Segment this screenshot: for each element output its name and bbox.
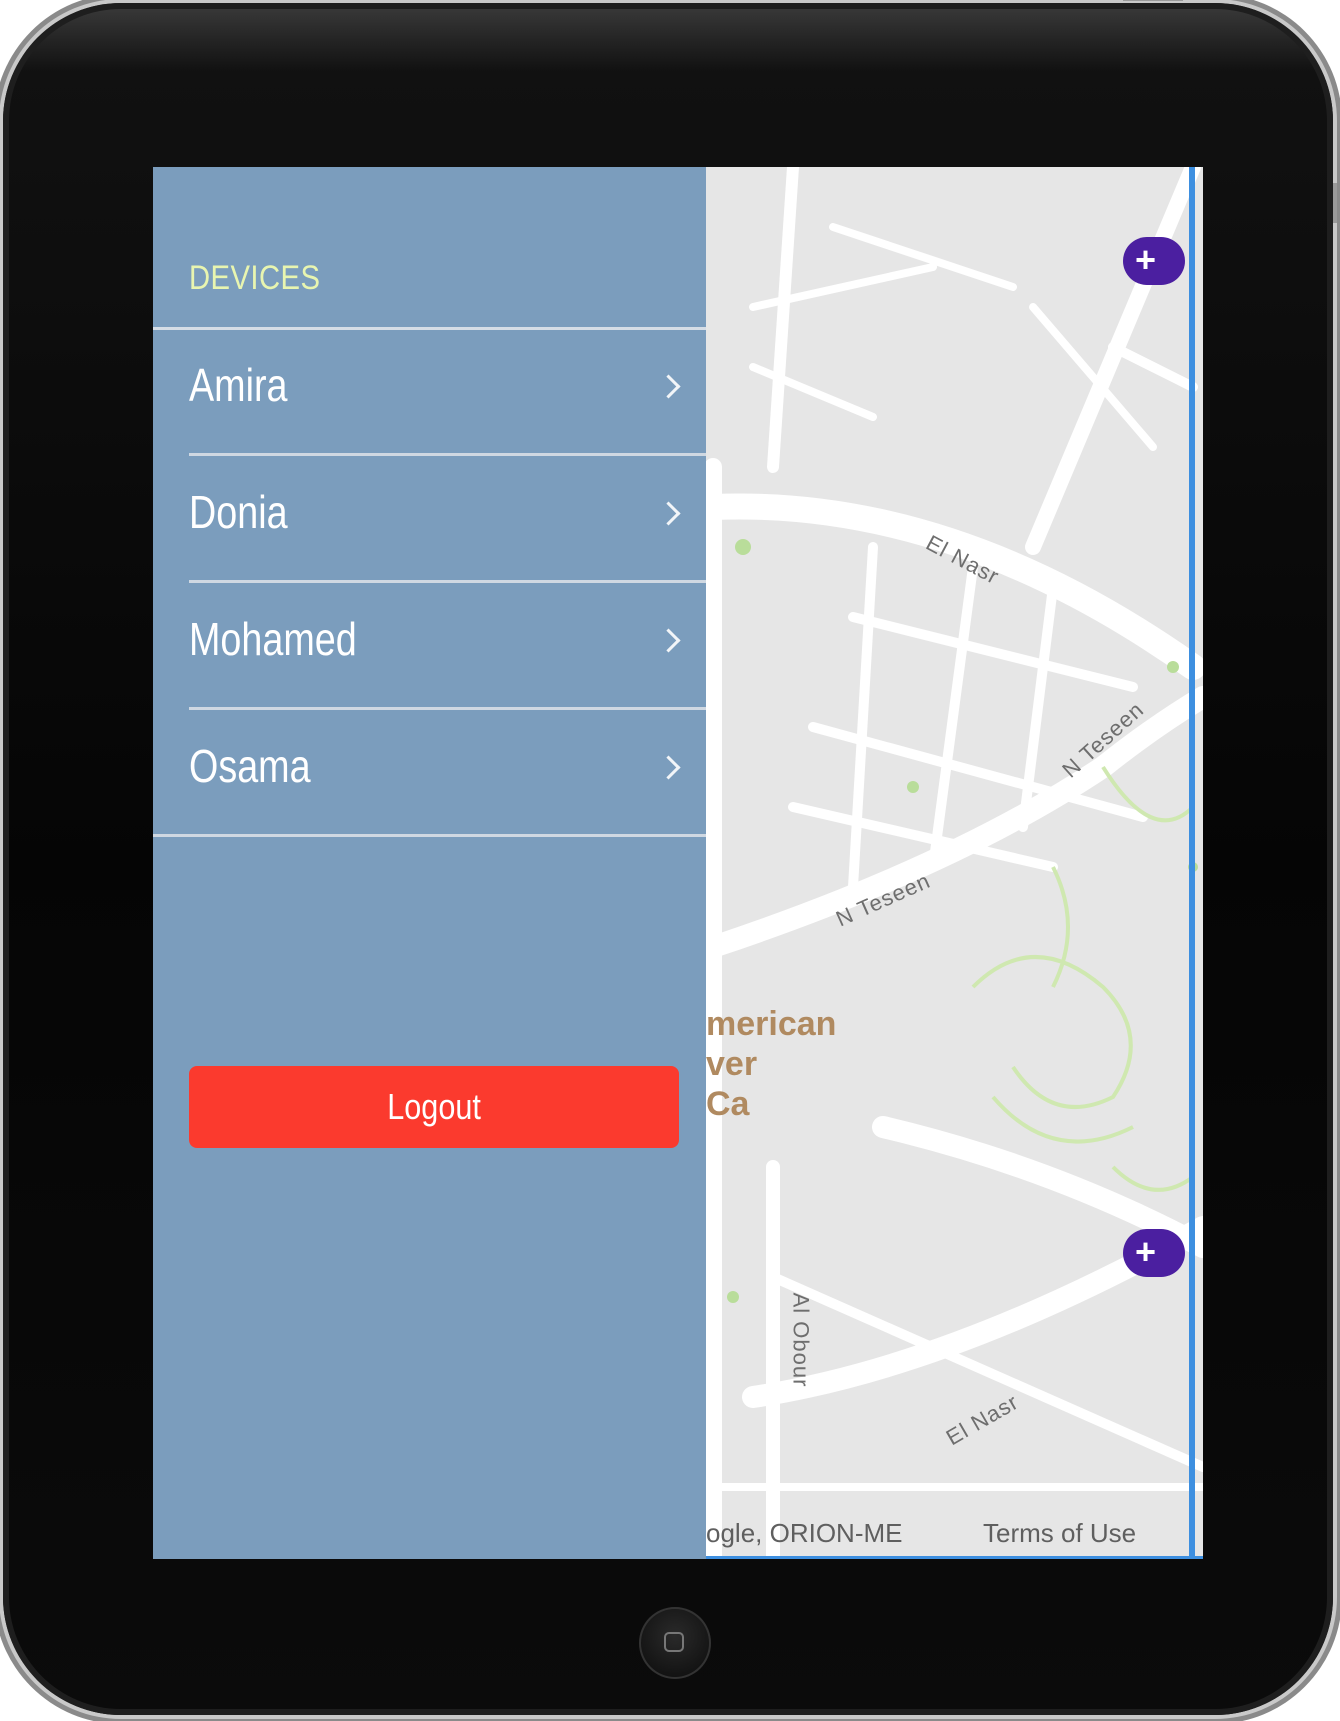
divider: [153, 834, 706, 837]
chevron-right-icon: [656, 501, 681, 526]
logout-button[interactable]: Logout: [189, 1066, 679, 1148]
tablet-frame: El Nasr N Teseen N Teseen Al Obour El Na…: [3, 0, 1337, 1715]
map-attribution: ogle, ORION-ME: [706, 1518, 903, 1548]
chevron-right-icon: [656, 755, 681, 780]
chevron-right-icon: [656, 628, 681, 653]
place-label: ver: [706, 1045, 758, 1083]
map-border: [1189, 167, 1195, 1559]
home-square-icon: [664, 1632, 684, 1652]
chevron-right-icon: [656, 374, 681, 399]
street-label: Al Obour: [788, 1292, 814, 1388]
terms-link[interactable]: Terms of Use: [983, 1518, 1136, 1549]
drawer-header: DEVICES: [189, 259, 321, 297]
power-button: [1123, 0, 1183, 1]
divider: [189, 453, 706, 456]
app-screen: El Nasr N Teseen N Teseen Al Obour El Na…: [153, 167, 1203, 1559]
device-label: Amira: [189, 359, 288, 411]
place-label: Ca: [706, 1085, 750, 1123]
logout-label: Logout: [387, 1086, 481, 1127]
device-label: Mohamed: [189, 613, 357, 665]
side-drawer: DEVICES Amira Donia Mohamed Osama Logout: [153, 167, 706, 1559]
plus-icon[interactable]: +: [1123, 1229, 1185, 1277]
divider: [189, 580, 706, 583]
device-label: Osama: [189, 740, 311, 792]
device-item-amira[interactable]: Amira: [153, 330, 706, 456]
device-item-donia[interactable]: Donia: [153, 457, 706, 583]
home-button[interactable]: [639, 1607, 711, 1679]
device-item-osama[interactable]: Osama: [153, 711, 706, 837]
plus-icon[interactable]: +: [1123, 237, 1185, 285]
place-label: merican: [706, 1005, 837, 1043]
device-label: Donia: [189, 486, 288, 538]
device-item-mohamed[interactable]: Mohamed: [153, 584, 706, 710]
side-button: [1333, 183, 1337, 223]
divider: [189, 707, 706, 710]
